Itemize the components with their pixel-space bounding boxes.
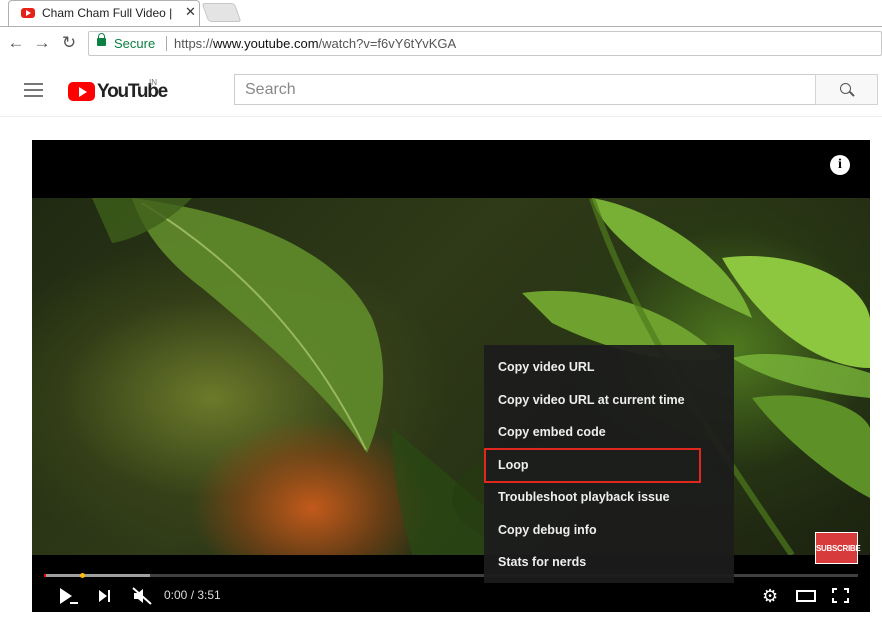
played-bar bbox=[44, 574, 46, 577]
menu-item-troubleshoot[interactable]: Troubleshoot playback issue bbox=[484, 481, 734, 514]
menu-item-copy-debug-info[interactable]: Copy debug info bbox=[484, 514, 734, 547]
menu-item-copy-video-url[interactable]: Copy video URL bbox=[484, 351, 734, 384]
time-display: 0:00 / 3:51 bbox=[164, 588, 221, 602]
video-player[interactable]: i SUBSCRIBE 0:00 / 3:51 ⚙ bbox=[32, 140, 870, 612]
new-tab-button[interactable] bbox=[201, 3, 242, 22]
menu-item-stats-for-nerds[interactable]: Stats for nerds bbox=[484, 546, 734, 579]
play-cursor-mark bbox=[70, 602, 78, 604]
current-time: 0:00 bbox=[164, 588, 188, 602]
back-arrow-icon[interactable]: ← bbox=[6, 33, 26, 53]
menu-item-copy-embed-code[interactable]: Copy embed code bbox=[484, 416, 734, 449]
youtube-play-logo-icon bbox=[68, 82, 95, 101]
scrubber-handle[interactable] bbox=[80, 573, 85, 578]
forward-arrow-icon[interactable]: → bbox=[32, 33, 52, 53]
secure-label: Secure bbox=[114, 36, 156, 51]
menu-icon[interactable] bbox=[24, 83, 43, 97]
search-box bbox=[234, 74, 816, 105]
progress-bar[interactable] bbox=[44, 573, 858, 578]
lock-icon bbox=[97, 33, 106, 46]
url-scheme: https:// bbox=[174, 36, 214, 51]
loop-highlight-box bbox=[484, 448, 701, 483]
url-path: /watch?v=f6vY6tYvKGA bbox=[318, 36, 457, 51]
browser-toolbar: ← → ↻ Secure https://www.youtube.com/wat… bbox=[0, 27, 882, 62]
menu-item-copy-url-at-time[interactable]: Copy video URL at current time bbox=[484, 384, 734, 417]
address-bar[interactable]: Secure https://www.youtube.com/watch?v=f… bbox=[88, 31, 882, 56]
omnibox-divider bbox=[166, 36, 167, 51]
time-separator: / bbox=[187, 588, 198, 602]
url-host: www.youtube.com bbox=[213, 36, 319, 51]
info-icon[interactable]: i bbox=[830, 155, 850, 175]
fullscreen-icon[interactable] bbox=[832, 588, 849, 603]
subscribe-watermark[interactable]: SUBSCRIBE bbox=[815, 532, 861, 564]
buffered-bar bbox=[44, 574, 150, 577]
search-input[interactable] bbox=[235, 75, 816, 104]
search-button[interactable] bbox=[815, 74, 878, 105]
next-bar-mark bbox=[108, 590, 110, 602]
duration: 3:51 bbox=[197, 588, 221, 602]
settings-gear-icon[interactable]: ⚙ bbox=[762, 587, 778, 605]
youtube-favicon-icon bbox=[21, 8, 35, 18]
browser-tab-strip: Cham Cham Full Video | ✕ bbox=[0, 0, 882, 27]
youtube-header: YouTube IN bbox=[0, 62, 882, 117]
search-icon bbox=[840, 83, 851, 94]
video-frame[interactable] bbox=[32, 198, 870, 555]
tab-close-icon[interactable]: ✕ bbox=[185, 4, 196, 20]
player-controls: 0:00 / 3:51 ⚙ bbox=[32, 580, 870, 612]
url-text[interactable]: https://www.youtube.com/watch?v=f6vY6tYv… bbox=[174, 36, 456, 51]
tab-title: Cham Cham Full Video | bbox=[42, 6, 173, 20]
youtube-logo[interactable]: YouTube IN bbox=[68, 78, 168, 102]
theater-mode-icon[interactable] bbox=[796, 590, 816, 602]
browser-tab[interactable]: Cham Cham Full Video | ✕ bbox=[8, 0, 200, 26]
next-icon[interactable] bbox=[99, 590, 107, 602]
video-leaves-image bbox=[92, 198, 870, 555]
mute-icon[interactable] bbox=[132, 587, 152, 605]
reload-icon[interactable]: ↻ bbox=[59, 33, 79, 53]
region-code: IN bbox=[149, 78, 157, 87]
